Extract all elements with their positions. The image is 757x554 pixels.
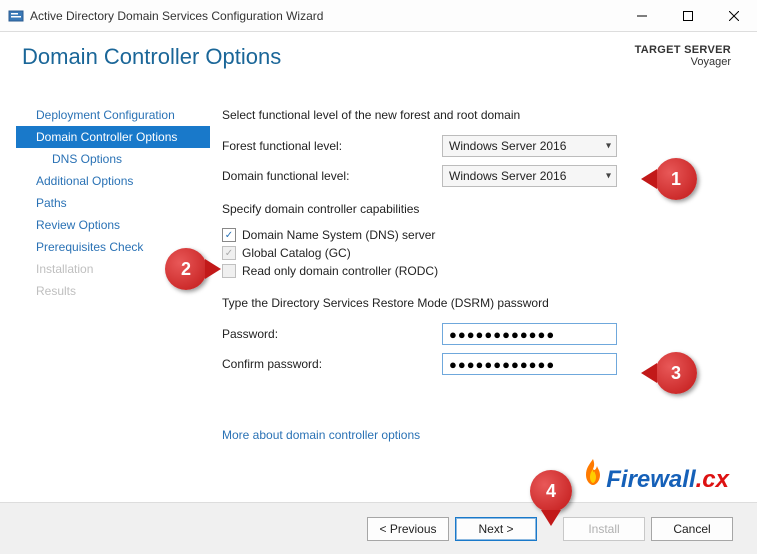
forest-level-select[interactable]: Windows Server 2016 ▾ — [442, 135, 617, 157]
domain-level-select[interactable]: Windows Server 2016 ▾ — [442, 165, 617, 187]
logo-text-cx: .cx — [696, 466, 729, 494]
sidebar-item[interactable]: Paths — [16, 192, 210, 214]
maximize-button[interactable] — [665, 0, 711, 31]
forest-level-value: Windows Server 2016 — [449, 139, 566, 153]
sidebar-item[interactable]: Deployment Configuration — [16, 104, 210, 126]
sidebar: Deployment ConfigurationDomain Controlle… — [0, 92, 210, 492]
logo-text-fw: Firewall — [606, 466, 695, 494]
sidebar-item[interactable]: Additional Options — [16, 170, 210, 192]
chevron-down-icon: ▾ — [606, 141, 611, 152]
sidebar-item[interactable]: Review Options — [16, 214, 210, 236]
dsrm-heading: Type the Directory Services Restore Mode… — [222, 296, 727, 310]
callout-1: 1 — [655, 158, 697, 200]
install-button: Install — [563, 517, 645, 541]
titlebar: Active Directory Domain Services Configu… — [0, 0, 757, 32]
gc-checkbox-label: Global Catalog (GC) — [242, 246, 351, 260]
watermark-logo: Firewall.cx — [582, 459, 729, 494]
confirm-password-input[interactable] — [442, 353, 617, 375]
app-icon — [8, 8, 24, 24]
capabilities-heading: Specify domain controller capabilities — [222, 202, 727, 216]
callout-3: 3 — [655, 352, 697, 394]
dns-checkbox[interactable]: ✓ — [222, 228, 236, 242]
capabilities-section: Specify domain controller capabilities ✓… — [222, 202, 727, 278]
dns-checkbox-row: ✓ Domain Name System (DNS) server — [222, 228, 727, 242]
close-button[interactable] — [711, 0, 757, 31]
target-server-label: TARGET SERVER — [635, 44, 731, 56]
gc-checkbox-row: ✓ Global Catalog (GC) — [222, 246, 727, 260]
callout-4: 4 — [530, 470, 572, 512]
main: Deployment ConfigurationDomain Controlle… — [0, 92, 757, 492]
close-icon — [729, 11, 739, 21]
maximize-icon — [683, 11, 693, 21]
cancel-button[interactable]: Cancel — [651, 517, 733, 541]
window-controls — [619, 0, 757, 31]
footer: < Previous Next > Install Cancel — [0, 502, 757, 554]
next-button[interactable]: Next > — [455, 517, 537, 541]
page-title: Domain Controller Options — [22, 44, 635, 70]
forest-level-label: Forest functional level: — [222, 139, 442, 153]
minimize-icon — [637, 11, 647, 21]
sidebar-item[interactable]: DNS Options — [16, 148, 210, 170]
password-row: Password: — [222, 322, 727, 346]
content: Select functional level of the new fores… — [210, 92, 757, 492]
password-label: Password: — [222, 327, 442, 341]
rodc-checkbox-label: Read only domain controller (RODC) — [242, 264, 438, 278]
rodc-checkbox-row: Read only domain controller (RODC) — [222, 264, 727, 278]
dns-checkbox-label: Domain Name System (DNS) server — [242, 228, 435, 242]
forest-level-row: Forest functional level: Windows Server … — [222, 134, 727, 158]
sidebar-item[interactable]: Domain Controller Options — [16, 126, 210, 148]
header: Domain Controller Options TARGET SERVER … — [0, 32, 757, 92]
callout-2: 2 — [165, 248, 207, 290]
flame-icon — [582, 459, 604, 494]
functional-level-heading: Select functional level of the new fores… — [222, 108, 727, 122]
chevron-down-icon: ▾ — [606, 171, 611, 182]
target-server-value: Voyager — [635, 56, 731, 68]
confirm-password-label: Confirm password: — [222, 357, 442, 371]
more-about-link[interactable]: More about domain controller options — [222, 428, 420, 442]
domain-level-value: Windows Server 2016 — [449, 169, 566, 183]
rodc-checkbox — [222, 264, 236, 278]
domain-level-label: Domain functional level: — [222, 169, 442, 183]
target-server-block: TARGET SERVER Voyager — [635, 44, 731, 68]
gc-checkbox: ✓ — [222, 246, 236, 260]
minimize-button[interactable] — [619, 0, 665, 31]
window-title: Active Directory Domain Services Configu… — [30, 9, 619, 23]
previous-button[interactable]: < Previous — [367, 517, 449, 541]
password-input[interactable] — [442, 323, 617, 345]
